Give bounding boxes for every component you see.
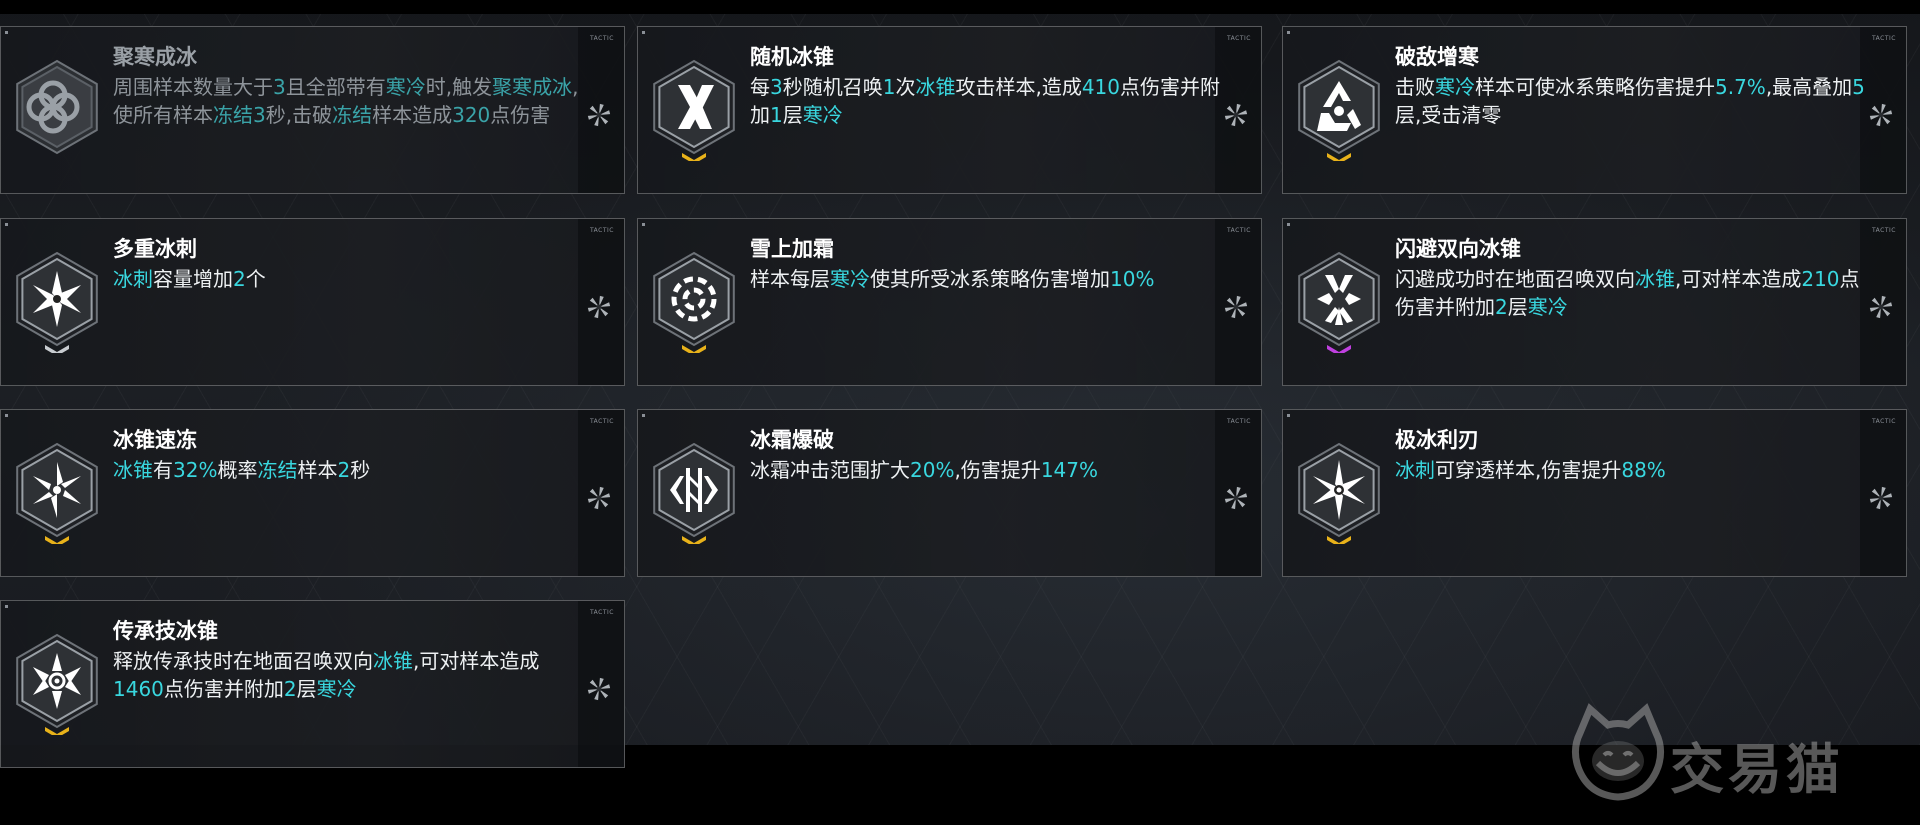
tactic-type-icon: [1867, 484, 1895, 512]
snowflake-tactic-icon: [1869, 103, 1893, 127]
core-snowflake-icon: [16, 633, 98, 735]
tactic-type-icon: [1222, 293, 1250, 321]
card-description: 冰刺可穿透样本,伤害提升88%: [1395, 458, 1666, 482]
snowflake-tactic-icon: [1869, 295, 1893, 319]
tactic-type-icon: [1867, 101, 1895, 129]
corner-marker: [642, 414, 645, 417]
tactic-tag: TACTIC: [1871, 227, 1896, 234]
card-description: 冰刺容量增加2个: [113, 267, 266, 291]
tactic-type-icon: [1867, 293, 1895, 321]
tactic-type-icon: [585, 484, 613, 512]
snow-star-icon: [16, 251, 98, 353]
tactic-card[interactable]: TACTIC 聚寒成冰周围样本数量大于3且全部带有寒冷时,触发聚寒成冰,使所有样本…: [0, 26, 625, 194]
corner-marker: [5, 223, 8, 226]
tactic-tag: TACTIC: [589, 418, 614, 425]
card-title: 极冰利刃: [1395, 428, 1479, 452]
card-description: 周围样本数量大于3且全部带有寒冷时,触发聚寒成冰,使所有样本冻结3秒,击破冻结样…: [113, 75, 579, 127]
tactic-type-icon: [585, 675, 613, 703]
tactic-tag: TACTIC: [1226, 418, 1251, 425]
card-description: 闪避成功时在地面召唤双向冰锥,可对样本造成210点伤害并附加2层寒冷: [1395, 267, 1860, 319]
tactic-card[interactable]: TACTIC 冰霜爆破冰霜冲击范围扩大20%,伤害提升147%: [637, 409, 1262, 577]
card-title: 传承技冰锥: [113, 619, 218, 643]
corner-marker: [5, 31, 8, 34]
frost-burst-icon: [653, 442, 735, 544]
corner-marker: [642, 223, 645, 226]
tactic-tag: TACTIC: [1871, 35, 1896, 42]
ring-knot-icon: [16, 59, 98, 155]
blade-star-icon: [1298, 442, 1380, 544]
card-description: 每3秒随机召唤1次冰锥攻击样本,造成410点伤害并附加1层寒冷: [750, 75, 1221, 127]
tactic-type-icon: [1222, 101, 1250, 129]
tactic-card[interactable]: TACTIC 多重冰刺冰刺容量增加2个: [0, 218, 625, 386]
tactic-card[interactable]: TACTIC 雪上加霜样本每层寒冷使其所受冰系策略伤害增加10%: [637, 218, 1262, 386]
ice-shards-icon: [653, 59, 735, 161]
snowflake-tactic-icon: [1224, 103, 1248, 127]
card-title: 雪上加霜: [750, 237, 834, 261]
card-title: 破敌增寒: [1395, 45, 1479, 69]
corner-marker: [1287, 31, 1290, 34]
tactic-tag: TACTIC: [589, 35, 614, 42]
snowflake-tactic-icon: [587, 295, 611, 319]
tactic-tag: TACTIC: [589, 227, 614, 234]
card-description: 冰锥有32%概率冻结样本2秒: [113, 458, 371, 482]
snowflake-tactic-icon: [587, 103, 611, 127]
watermark: 交易猫: [1568, 703, 1898, 803]
triangle-arrows-icon: [1298, 59, 1380, 161]
corner-marker: [642, 31, 645, 34]
card-title: 冰霜爆破: [750, 428, 834, 452]
card-title: 多重冰刺: [113, 237, 197, 261]
tactic-type-icon: [585, 293, 613, 321]
corner-marker: [1287, 414, 1290, 417]
card-description: 击败寒冷样本可使冰系策略伤害提升5.7%,最高叠加5层,受击清零: [1395, 75, 1865, 127]
card-description: 冰霜冲击范围扩大20%,伤害提升147%: [750, 458, 1098, 482]
tactic-tag: TACTIC: [1226, 227, 1251, 234]
corner-marker: [1287, 223, 1290, 226]
snowflake-tactic-icon: [1224, 295, 1248, 319]
card-description: 释放传承技时在地面召唤双向冰锥,可对样本造成1460点伤害并附加2层寒冷: [113, 649, 540, 701]
frost-ring-icon: [653, 251, 735, 353]
tactic-type-icon: [585, 101, 613, 129]
snowflake-tactic-icon: [1224, 486, 1248, 510]
tactic-card[interactable]: TACTIC 冰锥速冻冰锥有32%概率冻结样本2秒: [0, 409, 625, 577]
snowflake-tactic-icon: [587, 486, 611, 510]
tactic-tag: TACTIC: [1871, 418, 1896, 425]
card-title: 闪避双向冰锥: [1395, 237, 1521, 261]
corner-marker: [5, 414, 8, 417]
card-title: 随机冰锥: [750, 45, 834, 69]
tactic-tag: TACTIC: [589, 609, 614, 616]
corner-marker: [5, 605, 8, 608]
tactic-card[interactable]: TACTIC 随机冰锥每3秒随机召唤1次冰锥攻击样本,造成410点伤害并附加1层寒…: [637, 26, 1262, 194]
card-title: 冰锥速冻: [113, 428, 197, 452]
tactic-card[interactable]: TACTIC 破敌增寒击败寒冷样本可使冰系策略伤害提升5.7%,最高叠加5层,受击…: [1282, 26, 1907, 194]
pinwheel-icon: [16, 442, 98, 544]
split-snowflake-icon: [1298, 251, 1380, 353]
watermark-text: 交易猫: [1670, 738, 1844, 801]
card-title: 聚寒成冰: [113, 45, 197, 69]
cat-logo-icon: [1571, 703, 1665, 801]
tactic-card[interactable]: TACTIC 闪避双向冰锥闪避成功时在地面召唤双向冰锥,可对样本造成210点伤害并…: [1282, 218, 1907, 386]
tactic-card[interactable]: TACTIC 极冰利刃冰刺可穿透样本,伤害提升88%: [1282, 409, 1907, 577]
tactic-type-icon: [1222, 484, 1250, 512]
tactic-card[interactable]: TACTIC 传承技冰锥释放传承技时在地面召唤双向冰锥,可对样本造成1460点伤害…: [0, 600, 625, 768]
card-description: 样本每层寒冷使其所受冰系策略伤害增加10%: [750, 267, 1155, 291]
snowflake-tactic-icon: [1869, 486, 1893, 510]
top-letterbox: [0, 0, 1920, 14]
snowflake-tactic-icon: [587, 677, 611, 701]
tactic-tag: TACTIC: [1226, 35, 1251, 42]
